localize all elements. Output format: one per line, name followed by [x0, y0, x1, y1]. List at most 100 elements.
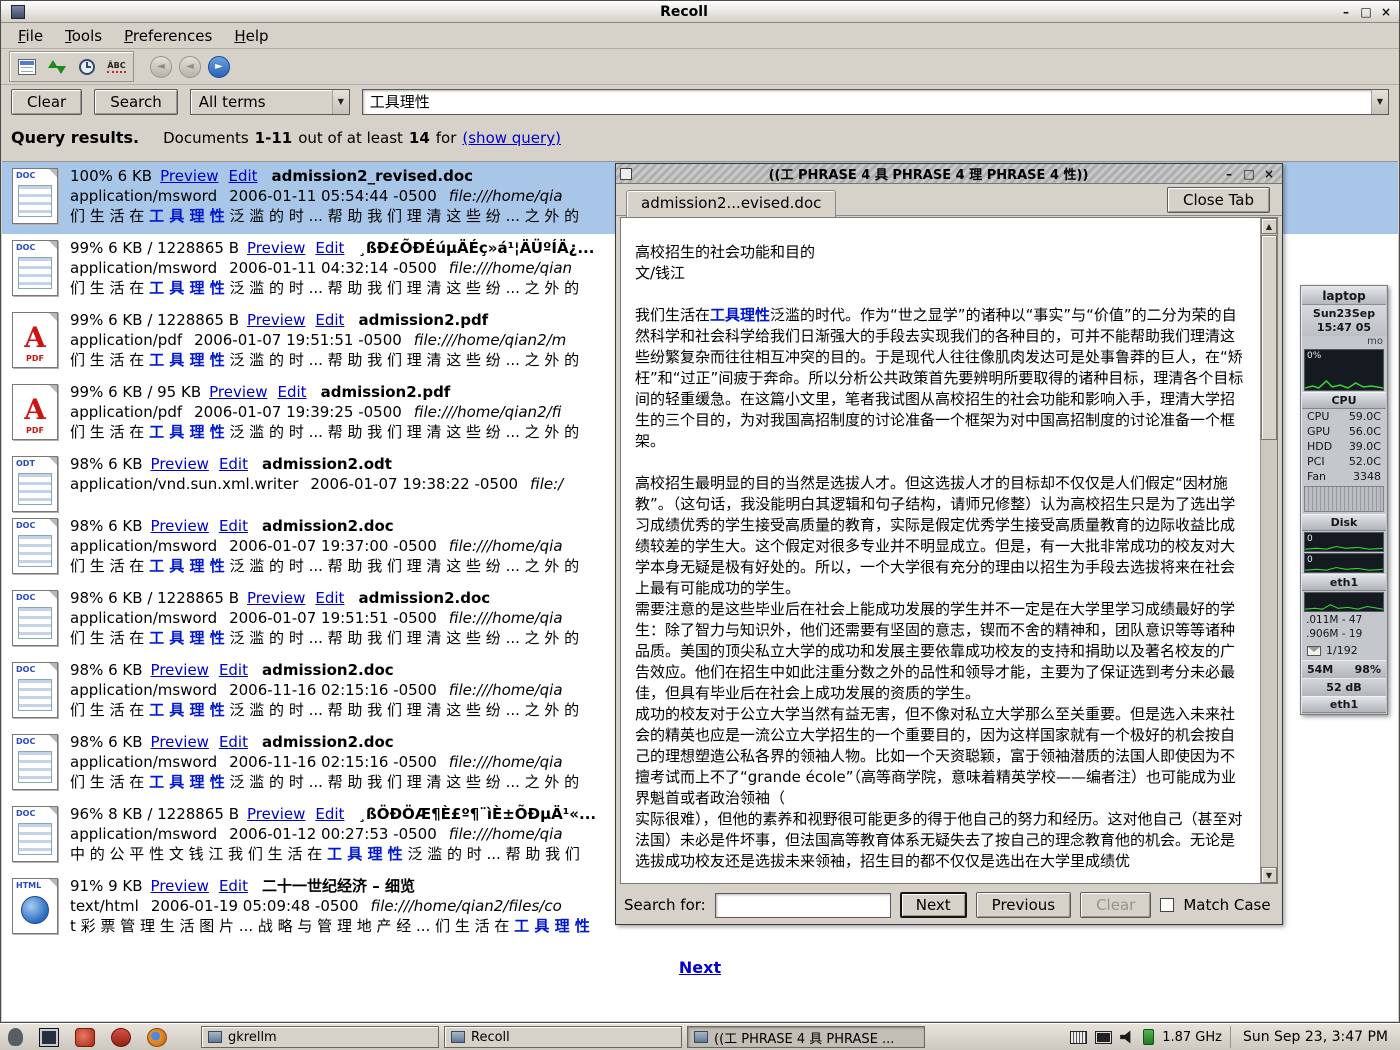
result-title: admission2.odt [262, 455, 392, 473]
next-results-link[interactable]: Next [679, 958, 721, 977]
volume-level: 52 dB [1302, 678, 1386, 696]
red-package-launcher-icon[interactable] [111, 1028, 131, 1047]
taskbar-clock[interactable]: Sun Sep 23, 3:47 PM [1230, 1026, 1392, 1048]
snippet-text: 泛 滥 的 时 ... 帮 助 我 们 理 清 这 些 纷 ... 之 外 的 [225, 351, 579, 369]
volume-icon[interactable] [1120, 1030, 1135, 1044]
query-history-arrow-icon[interactable]: ▼ [1371, 90, 1388, 114]
edit-link[interactable]: Edit [315, 311, 344, 329]
preview-link[interactable]: Preview [151, 455, 209, 473]
preview-close-icon[interactable]: × [1260, 166, 1278, 182]
menu-help[interactable]: Help [225, 25, 277, 47]
edit-link[interactable]: Edit [228, 167, 257, 185]
gk-temp-row: PCI52.0C [1302, 454, 1386, 469]
preview-link[interactable]: Preview [151, 733, 209, 751]
snippet-text: 中 的 公 平 性 文 钱 江 我 们 生 活 在 [70, 845, 327, 863]
gk-disk-charts: 00 [1302, 532, 1386, 573]
preview-link[interactable]: Preview [247, 239, 305, 257]
result-mime: application/msword [70, 681, 217, 699]
preview-link[interactable]: Preview [151, 517, 209, 535]
menu-tools[interactable]: Tools [56, 25, 111, 47]
preview-link[interactable]: Preview [247, 311, 305, 329]
result-score-size: 99% 6 KB / 95 KB [70, 383, 201, 401]
keyboard-layout-icon[interactable] [1070, 1031, 1087, 1044]
adobe-a-glyph: A [13, 393, 57, 426]
edit-link[interactable]: Edit [219, 661, 248, 679]
preview-window-menu-icon[interactable] [620, 168, 632, 180]
edit-link[interactable]: Edit [315, 589, 344, 607]
highlighted-term: 工 具 理 性 [149, 629, 225, 647]
preview-tab[interactable]: admission2...evised.doc [626, 190, 836, 218]
preview-link[interactable]: Preview [151, 877, 209, 895]
taskbar-task-1[interactable]: gkrellm [201, 1026, 439, 1048]
doc-grid [18, 257, 52, 289]
find-clear-button[interactable]: Clear [1080, 892, 1151, 918]
snippet-text: 文/钱江 [635, 264, 685, 282]
file-page: DOC [12, 734, 58, 790]
result-score-size: 98% 6 KB [70, 455, 143, 473]
preview-titlebar[interactable]: ((工 PHRASE 4 具 PHRASE 4 理 PHRASE 4 性)) –… [616, 164, 1282, 184]
menu-preferences[interactable]: Preferences [115, 25, 221, 47]
show-query-link[interactable]: (show query) [462, 129, 561, 147]
maximize-icon[interactable]: □ [1357, 4, 1375, 20]
close-icon[interactable]: × [1377, 4, 1395, 20]
snippet-text: 泛 滥 的 时 ... 帮 助 我 们 理 清 这 些 纷 ... 之 外 的 [225, 701, 579, 719]
preview-paragraph: 高校招生最明显的目的当然是选拔人才。但这选拔人才的目标却不仅仅是人们假定“因材施… [635, 473, 1246, 599]
first-page-icon[interactable]: ◄ [150, 56, 172, 78]
edit-link[interactable]: Edit [315, 239, 344, 257]
preview-link[interactable]: Preview [209, 383, 267, 401]
result-date: 2006-01-07 19:37:00 -0500 [229, 537, 437, 555]
preview-link[interactable]: Preview [151, 661, 209, 679]
doc-history-icon[interactable] [73, 54, 100, 79]
result-date: 2006-01-11 05:54:44 -0500 [229, 187, 437, 205]
edit-link[interactable]: Edit [219, 877, 248, 895]
scroll-up-icon[interactable]: ▲ [1261, 218, 1277, 234]
foot-menu-icon[interactable] [8, 1028, 23, 1046]
edit-link[interactable]: Edit [219, 733, 248, 751]
find-input[interactable] [715, 893, 891, 918]
preview-link[interactable]: Preview [160, 167, 218, 185]
main-titlebar[interactable]: Recoll – □ × [1, 1, 1399, 23]
gk-temp-row: HDD39.0C [1302, 439, 1386, 454]
preview-maximize-icon[interactable]: □ [1240, 166, 1258, 182]
taskbar-task-2[interactable]: Recoll [444, 1026, 682, 1048]
gk-temp-name: GPU [1307, 424, 1330, 439]
power-icon[interactable] [1143, 1029, 1154, 1045]
input-method-icon[interactable] [1095, 1031, 1112, 1044]
prev-page-icon[interactable]: ◄ [179, 56, 201, 78]
preview-scrollbar[interactable]: ▲ ▼ [1260, 218, 1277, 883]
html-file-icon: HTML [12, 878, 58, 934]
scrollbar-thumb[interactable] [1261, 235, 1277, 440]
sort-parameters-icon[interactable] [43, 54, 70, 79]
search-button[interactable]: Search [94, 89, 178, 115]
next-page-icon[interactable]: ► [208, 56, 230, 78]
edit-link[interactable]: Edit [315, 805, 344, 823]
minimize-icon[interactable]: – [1337, 4, 1355, 20]
term-explorer-icon[interactable]: ÂBC [103, 54, 130, 79]
preview-link[interactable]: Preview [247, 805, 305, 823]
close-tab-button[interactable]: Close Tab [1167, 187, 1270, 213]
edit-link[interactable]: Edit [219, 455, 248, 473]
window-menu-icon[interactable] [11, 5, 25, 19]
edit-link[interactable]: Edit [219, 517, 248, 535]
search-mode-combo[interactable]: All terms ▼ [190, 89, 350, 115]
match-case-checkbox[interactable] [1160, 898, 1174, 912]
firefox-launcher-icon[interactable] [147, 1028, 167, 1047]
red-app-launcher-icon[interactable] [75, 1028, 95, 1047]
menu-file[interactable]: File [9, 25, 52, 47]
clear-button[interactable]: Clear [11, 89, 82, 115]
advanced-search-icon[interactable] [13, 54, 40, 79]
doc-grid [18, 823, 52, 855]
preview-minimize-icon[interactable]: – [1220, 166, 1238, 182]
find-previous-button[interactable]: Previous [976, 892, 1071, 918]
scroll-down-icon[interactable]: ▼ [1261, 867, 1277, 883]
combo-arrow-icon[interactable]: ▼ [332, 90, 349, 114]
preview-link[interactable]: Preview [247, 589, 305, 607]
result-title: admission2_revised.doc [272, 167, 474, 185]
snippet-text: t 彩 票 管 理 生 活 图 片 ... 战 略 与 管 理 地 产 经 ..… [70, 917, 514, 935]
query-input[interactable] [363, 93, 1371, 111]
find-next-button[interactable]: Next [900, 892, 967, 918]
terminal-launcher-icon[interactable] [39, 1028, 59, 1047]
result-score-size: 98% 6 KB / 1228865 B [70, 589, 239, 607]
edit-link[interactable]: Edit [278, 383, 307, 401]
taskbar-task-3[interactable]: ((工 PHRASE 4 具 PHRASE ... [687, 1026, 925, 1048]
